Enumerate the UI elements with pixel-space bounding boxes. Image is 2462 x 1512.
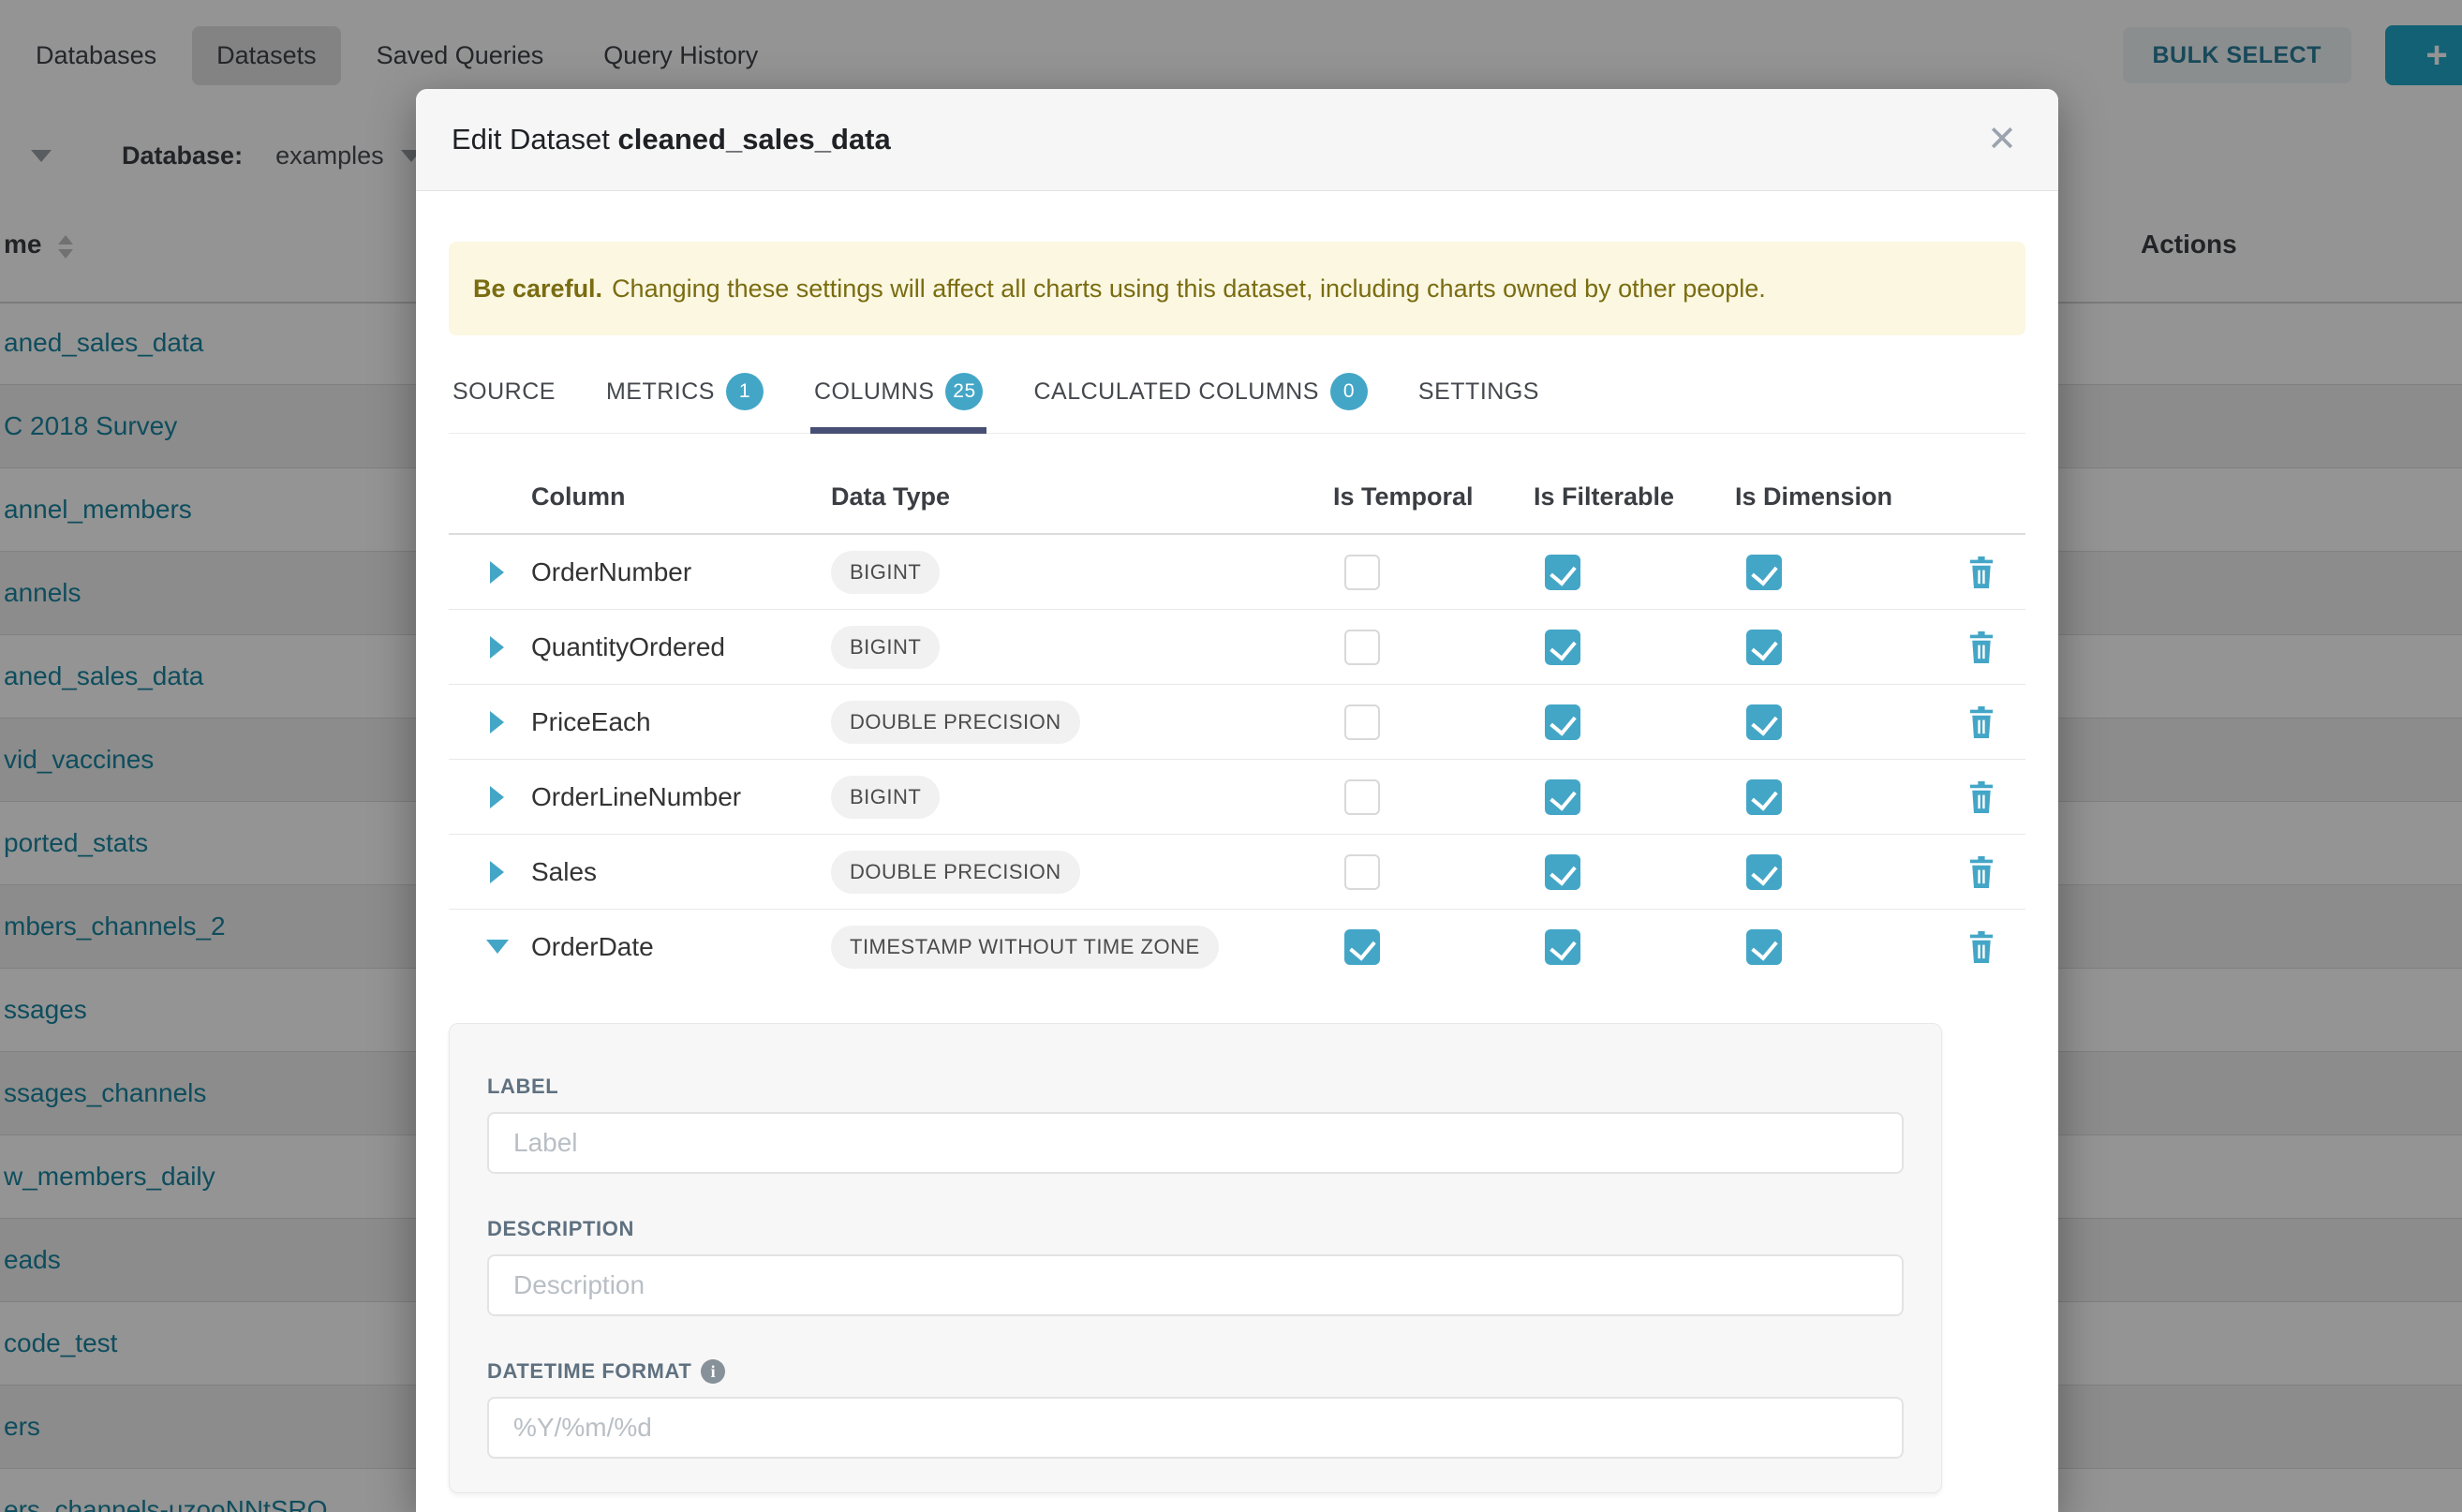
column-header-is-dimension: Is Dimension — [1735, 482, 1935, 511]
column-header-data-type: Data Type — [831, 482, 1333, 511]
expand-caret-icon[interactable] — [490, 711, 504, 734]
tab-label: SETTINGS — [1418, 378, 1539, 406]
is-filterable-checkbox-checked[interactable] — [1545, 704, 1580, 740]
is-filterable-checkbox-checked[interactable] — [1545, 854, 1580, 890]
delete-column-trash-icon[interactable] — [1935, 706, 2026, 738]
screen: DatabasesDatasetsSaved QueriesQuery Hist… — [0, 0, 2462, 1512]
datetime-format-field-label: DATETIME FORMAT — [487, 1359, 1904, 1384]
expand-caret-icon[interactable] — [490, 861, 504, 883]
delete-column-trash-icon[interactable] — [1935, 781, 2026, 813]
column-name: OrderNumber — [531, 557, 831, 587]
warning-banner: Be careful. Changing these settings will… — [449, 242, 2025, 335]
tab-source[interactable]: SOURCE — [449, 360, 559, 433]
column-header-column: Column — [531, 482, 831, 511]
tab-count-badge: 25 — [945, 373, 983, 410]
is-dimension-checkbox-checked[interactable] — [1746, 704, 1782, 740]
modal-title-prefix: Edit Dataset — [452, 123, 610, 156]
edit-dataset-modal: Edit Dataset cleaned_sales_data ✕ Be car… — [416, 89, 2058, 1512]
is-temporal-checkbox-checked[interactable] — [1344, 929, 1380, 965]
is-temporal-checkbox-unchecked[interactable] — [1344, 854, 1380, 890]
delete-column-trash-icon[interactable] — [1935, 631, 2026, 663]
column-editor-panel: LABEL DESCRIPTION DATETIME FORMAT — [449, 1023, 1942, 1493]
is-temporal-checkbox-unchecked[interactable] — [1344, 779, 1380, 815]
tab-columns[interactable]: COLUMNS 25 — [810, 360, 987, 433]
delete-column-trash-icon[interactable] — [1935, 856, 2026, 888]
label-input[interactable] — [487, 1112, 1904, 1174]
label-field-group: LABEL — [487, 1075, 1904, 1174]
is-dimension-checkbox-checked[interactable] — [1746, 630, 1782, 665]
column-name: PriceEach — [531, 707, 831, 737]
description-input[interactable] — [487, 1254, 1904, 1316]
is-filterable-checkbox-checked[interactable] — [1545, 929, 1580, 965]
expand-caret-icon[interactable] — [490, 561, 504, 584]
data-type-pill: DOUBLE PRECISION — [831, 851, 1080, 894]
datetime-format-input[interactable] — [487, 1397, 1904, 1459]
data-type-pill: DOUBLE PRECISION — [831, 701, 1080, 744]
expand-caret-icon[interactable] — [490, 636, 504, 659]
columns-table: ColumnData TypeIs TemporalIs FilterableI… — [449, 460, 2025, 984]
column-name: Sales — [531, 857, 831, 887]
tab-label: COLUMNS — [814, 378, 935, 406]
delete-column-trash-icon[interactable] — [1935, 931, 2026, 963]
is-filterable-checkbox-checked[interactable] — [1545, 779, 1580, 815]
column-row-sales: SalesDOUBLE PRECISION — [449, 835, 2025, 910]
is-dimension-checkbox-checked[interactable] — [1746, 779, 1782, 815]
tab-calculated-columns[interactable]: CALCULATED COLUMNS 0 — [1030, 360, 1371, 433]
is-dimension-checkbox-checked[interactable] — [1746, 555, 1782, 590]
column-name: OrderLineNumber — [531, 782, 831, 812]
tab-metrics[interactable]: METRICS 1 — [602, 360, 767, 433]
tab-settings[interactable]: SETTINGS — [1415, 360, 1543, 433]
warning-bold: Be careful. — [473, 274, 602, 304]
data-type-pill: TIMESTAMP WITHOUT TIME ZONE — [831, 926, 1219, 969]
collapse-caret-icon[interactable] — [486, 940, 509, 954]
is-filterable-checkbox-checked[interactable] — [1545, 630, 1580, 665]
tab-count-badge: 1 — [726, 373, 764, 410]
column-row-quantityordered: QuantityOrderedBIGINT — [449, 610, 2025, 685]
modal-dataset-name: cleaned_sales_data — [618, 123, 891, 156]
is-dimension-checkbox-checked[interactable] — [1746, 854, 1782, 890]
columns-table-header: ColumnData TypeIs TemporalIs FilterableI… — [449, 460, 2025, 535]
datetime-format-field-group: DATETIME FORMAT — [487, 1359, 1904, 1459]
data-type-pill: BIGINT — [831, 626, 940, 669]
column-header-is-filterable: Is Filterable — [1534, 482, 1735, 511]
tab-count-badge: 0 — [1330, 373, 1368, 410]
column-row-priceeach: PriceEachDOUBLE PRECISION — [449, 685, 2025, 760]
description-field-label: DESCRIPTION — [487, 1217, 1904, 1241]
is-temporal-checkbox-unchecked[interactable] — [1344, 555, 1380, 590]
data-type-pill: BIGINT — [831, 551, 940, 594]
is-temporal-checkbox-unchecked[interactable] — [1344, 704, 1380, 740]
modal-title: Edit Dataset cleaned_sales_data — [452, 123, 891, 156]
is-dimension-checkbox-checked[interactable] — [1746, 929, 1782, 965]
is-filterable-checkbox-checked[interactable] — [1545, 555, 1580, 590]
expand-caret-icon[interactable] — [490, 786, 504, 808]
warning-text: Changing these settings will affect all … — [612, 274, 1766, 304]
modal-tabs: SOURCE METRICS 1 COLUMNS 25 CALCULATED COLUMN… — [449, 360, 2025, 434]
column-row-ordernumber: OrderNumberBIGINT — [449, 535, 2025, 610]
data-type-pill: BIGINT — [831, 776, 940, 819]
label-field-label: LABEL — [487, 1075, 1904, 1099]
column-row-orderlinenumber: OrderLineNumberBIGINT — [449, 760, 2025, 835]
close-icon[interactable]: ✕ — [1981, 121, 2023, 158]
column-name: OrderDate — [531, 932, 831, 962]
delete-column-trash-icon[interactable] — [1935, 556, 2026, 588]
tab-label: CALCULATED COLUMNS — [1033, 378, 1318, 406]
modal-body: Be careful. Changing these settings will… — [416, 242, 2058, 1493]
column-name: QuantityOrdered — [531, 632, 831, 662]
is-temporal-checkbox-unchecked[interactable] — [1344, 630, 1380, 665]
column-header-is-temporal: Is Temporal — [1333, 482, 1534, 511]
tab-label: SOURCE — [452, 378, 556, 406]
description-field-group: DESCRIPTION — [487, 1217, 1904, 1316]
tab-label: METRICS — [606, 378, 715, 406]
info-icon[interactable] — [701, 1359, 725, 1384]
column-row-orderdate: OrderDateTIMESTAMP WITHOUT TIME ZONE — [449, 910, 2025, 984]
modal-header: Edit Dataset cleaned_sales_data ✕ — [416, 89, 2058, 191]
